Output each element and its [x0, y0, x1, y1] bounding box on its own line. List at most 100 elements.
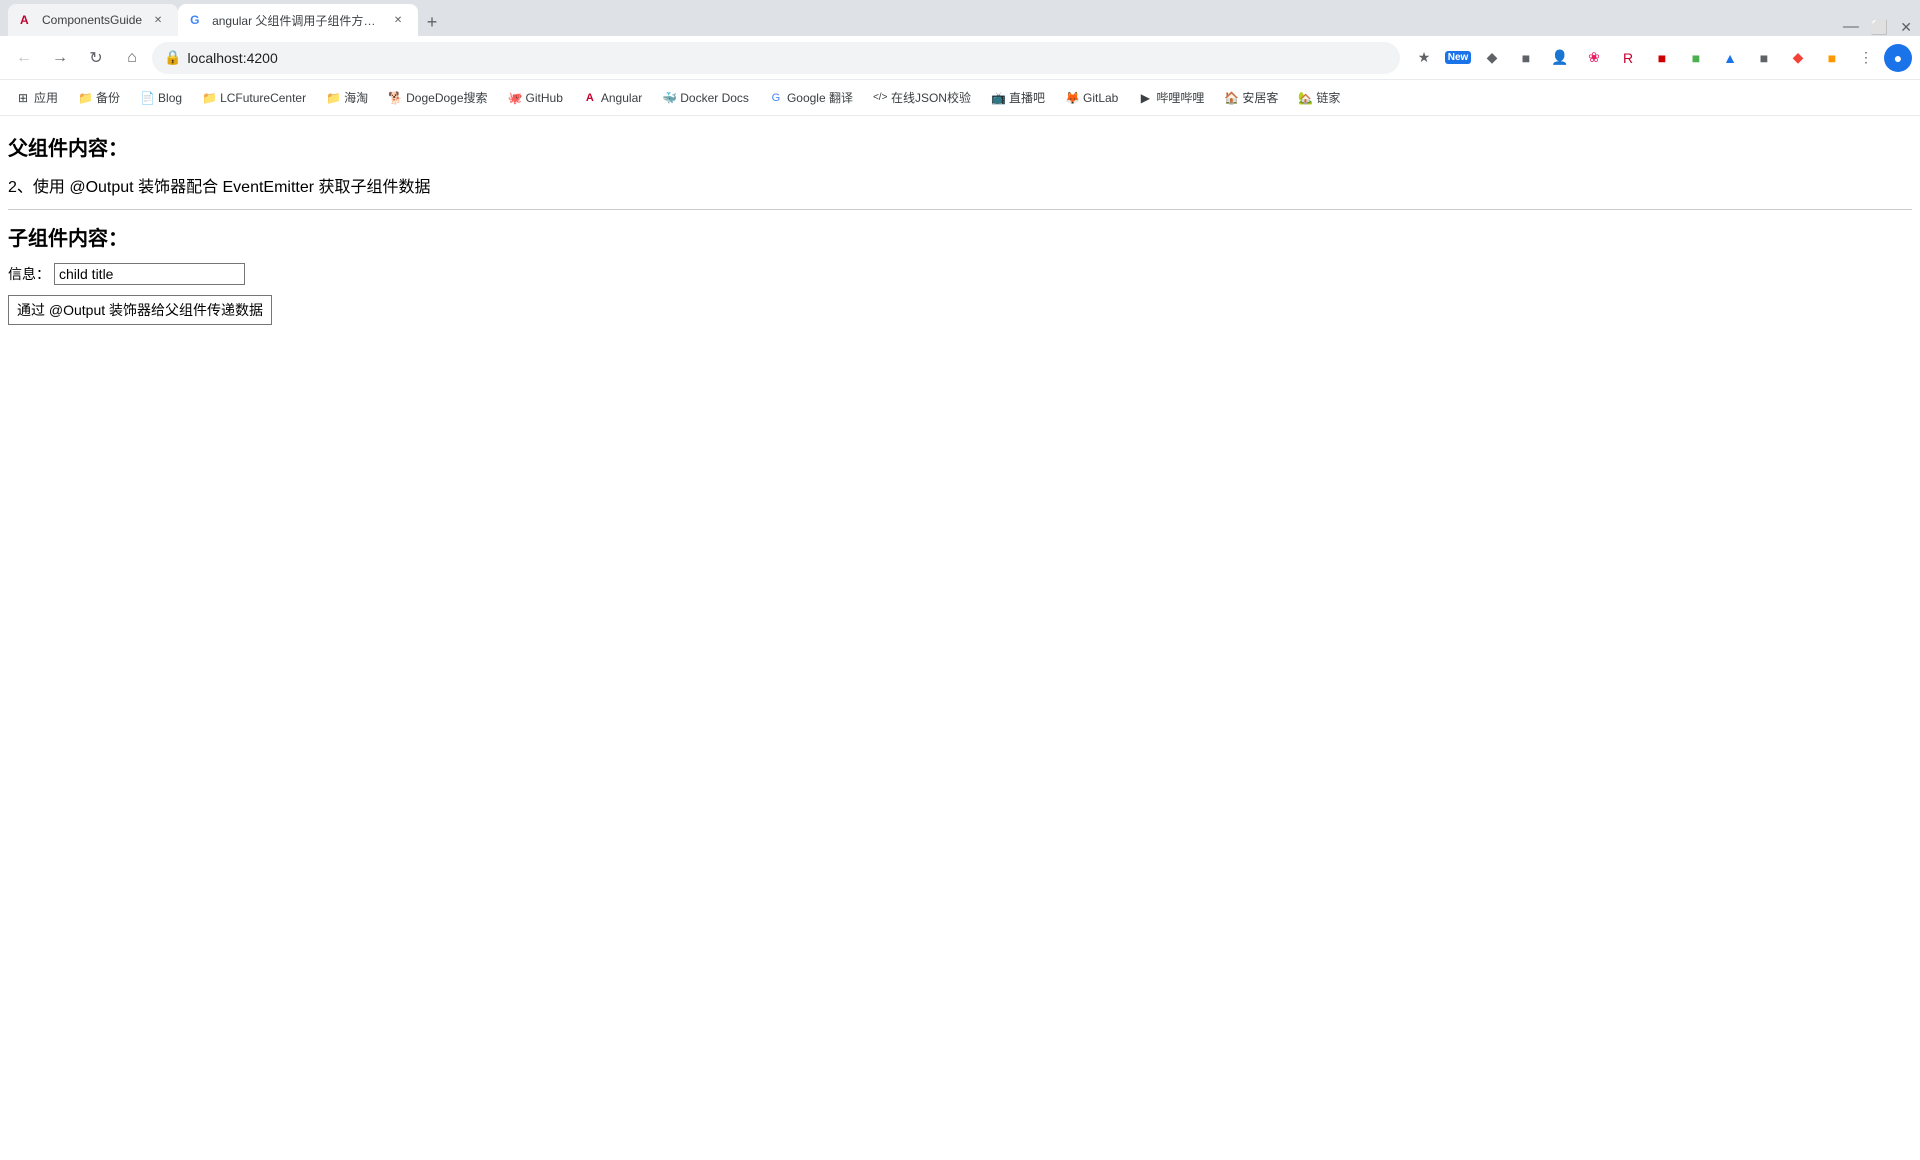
- gitlab-icon: 🦊: [1065, 91, 1079, 105]
- forward-icon: →: [52, 49, 68, 67]
- extension10-button[interactable]: ◆: [1782, 42, 1814, 74]
- tab-components-guide[interactable]: A ComponentsGuide ✕: [8, 4, 178, 36]
- bookmark-dogedoge[interactable]: 🐕 DogeDoge搜索: [380, 85, 495, 110]
- dogedoge-icon: 🐕: [388, 91, 402, 105]
- bookmarks-bar: ⊞ 应用 📁 备份 📄 Blog 📁 LCFutureCenter 📁 海淘 🐕…: [0, 80, 1920, 116]
- reload-button[interactable]: ↻: [80, 42, 112, 74]
- tab-angular[interactable]: G angular 父组件调用子组件方法： ✕: [178, 4, 418, 36]
- bookmark-backup[interactable]: 📁 备份: [70, 85, 128, 110]
- tab-bar: A ComponentsGuide ✕ G angular 父组件调用子组件方法…: [0, 0, 1920, 36]
- bookmark-lcfuture[interactable]: 📁 LCFutureCenter: [194, 87, 314, 109]
- instruction-text: 2、使用 @Output 装饰器配合 EventEmitter 获取子组件数据: [8, 173, 1912, 197]
- extension1-button[interactable]: ◆: [1476, 42, 1508, 74]
- info-input[interactable]: [54, 263, 245, 285]
- forward-button[interactable]: →: [44, 42, 76, 74]
- bookmark-gitlab[interactable]: 🦊 GitLab: [1057, 87, 1126, 109]
- hainan-icon: 📁: [326, 91, 340, 105]
- bookmark-hainan-label: 海淘: [344, 89, 368, 106]
- extension7-button[interactable]: ■: [1680, 42, 1712, 74]
- tab2-close[interactable]: ✕: [390, 12, 406, 28]
- parent-heading: 父组件内容：: [8, 132, 1912, 161]
- bookmark-lcfuture-label: LCFutureCenter: [220, 91, 306, 105]
- extension9-button[interactable]: ■: [1748, 42, 1780, 74]
- maximize-button[interactable]: ⬜: [1871, 19, 1888, 36]
- github-icon: 🐙: [508, 91, 522, 105]
- bookmark-google-translate[interactable]: G Google 翻译: [761, 85, 861, 110]
- nav-right-icons: ★ New ◆ ■ 👤 ❀ R ■ ■ ▲ ■ ◆ ■ ⋮ ●: [1408, 42, 1912, 74]
- backup-icon: 📁: [78, 91, 92, 105]
- docker-icon: 🐳: [662, 91, 676, 105]
- section-divider: [8, 209, 1912, 210]
- bookmark-apps[interactable]: ⊞ 应用: [8, 85, 66, 110]
- bookmark-angular-label: Angular: [601, 91, 642, 105]
- tab1-close[interactable]: ✕: [150, 12, 166, 28]
- parent-section: 父组件内容： 2、使用 @Output 装饰器配合 EventEmitter 获…: [8, 132, 1912, 197]
- browser-chrome: A ComponentsGuide ✕ G angular 父组件调用子组件方法…: [0, 0, 1920, 1016]
- bookmark-hainan[interactable]: 📁 海淘: [318, 85, 376, 110]
- blog-icon: 📄: [140, 91, 154, 105]
- bookmark-bibi[interactable]: ▶ 哔哩哔哩: [1130, 85, 1212, 110]
- bookmark-bibi-label: 哔哩哔哩: [1156, 89, 1204, 106]
- back-icon: ←: [16, 49, 32, 67]
- new-badge: New: [1445, 51, 1472, 64]
- bookmark-anjuke[interactable]: 🏠 安居客: [1216, 85, 1286, 110]
- apps-icon: ⊞: [16, 91, 30, 105]
- extension3-button[interactable]: 👤: [1544, 42, 1576, 74]
- extension8-button[interactable]: ▲: [1714, 42, 1746, 74]
- google-translate-icon: G: [769, 92, 783, 104]
- address-text: localhost:4200: [187, 50, 277, 66]
- bibi-icon: ▶: [1138, 91, 1152, 105]
- nav-bar: ← → ↻ ⌂ 🔒 localhost:4200 ★ New ◆ ■ 👤 ❀ R…: [0, 36, 1920, 80]
- bookmark-gitlab-label: GitLab: [1083, 91, 1118, 105]
- profile-button[interactable]: ●: [1884, 44, 1912, 72]
- info-label: 信息：: [8, 264, 50, 284]
- bookmark-anjuke-label: 安居客: [1242, 89, 1278, 106]
- bookmark-json[interactable]: </> 在线JSON校验: [865, 85, 979, 110]
- reload-icon: ↻: [89, 48, 102, 68]
- bookmark-star-button[interactable]: ★: [1408, 42, 1440, 74]
- home-icon: ⌂: [127, 49, 137, 67]
- bookmark-docker-label: Docker Docs: [680, 91, 749, 105]
- zhibo-icon: 📺: [991, 91, 1005, 105]
- bookmark-google-translate-label: Google 翻译: [787, 89, 853, 106]
- json-icon: </>: [873, 92, 887, 103]
- page-content: 父组件内容： 2、使用 @Output 装饰器配合 EventEmitter 获…: [0, 116, 1920, 1016]
- child-section: 子组件内容： 信息： 通过 @Output 装饰器给父组件传递数据: [8, 222, 1912, 325]
- lcfuture-icon: 📁: [202, 91, 216, 105]
- minimize-button[interactable]: —: [1843, 18, 1859, 36]
- home-button[interactable]: ⌂: [116, 42, 148, 74]
- bookmark-lianjia[interactable]: 🏡 链家: [1290, 85, 1348, 110]
- info-row: 信息：: [8, 263, 1912, 285]
- extension11-button[interactable]: ■: [1816, 42, 1848, 74]
- bookmark-blog[interactable]: 📄 Blog: [132, 87, 190, 109]
- bookmark-zhibo[interactable]: 📺 直播吧: [983, 85, 1053, 110]
- extension4-button[interactable]: ❀: [1578, 42, 1610, 74]
- new-feature-button[interactable]: New: [1442, 42, 1474, 74]
- tab2-favicon: G: [190, 13, 204, 27]
- bookmark-lianjia-label: 链家: [1316, 89, 1340, 106]
- close-button[interactable]: ✕: [1900, 19, 1912, 36]
- bookmark-github[interactable]: 🐙 GitHub: [500, 87, 571, 109]
- bookmark-dogedoge-label: DogeDoge搜索: [406, 89, 487, 106]
- anjuke-icon: 🏠: [1224, 91, 1238, 105]
- address-bar[interactable]: 🔒 localhost:4200: [152, 42, 1400, 74]
- lianjia-icon: 🏡: [1298, 91, 1312, 105]
- lock-icon: 🔒: [164, 49, 181, 66]
- bookmark-docker[interactable]: 🐳 Docker Docs: [654, 87, 757, 109]
- new-tab-button[interactable]: +: [418, 8, 446, 36]
- tab2-title: angular 父组件调用子组件方法：: [212, 12, 382, 29]
- extension5-button[interactable]: R: [1612, 42, 1644, 74]
- tab1-favicon: A: [20, 13, 34, 27]
- bookmark-apps-label: 应用: [34, 89, 58, 106]
- more-tools-button[interactable]: ⋮: [1850, 42, 1882, 74]
- bookmark-angular[interactable]: A Angular: [575, 87, 650, 109]
- bookmark-zhibo-label: 直播吧: [1009, 89, 1045, 106]
- window-controls: — ⬜ ✕: [1843, 18, 1912, 36]
- send-to-parent-button[interactable]: 通过 @Output 装饰器给父组件传递数据: [8, 295, 272, 325]
- extension2-button[interactable]: ■: [1510, 42, 1542, 74]
- back-button[interactable]: ←: [8, 42, 40, 74]
- child-heading: 子组件内容：: [8, 222, 1912, 251]
- tab1-title: ComponentsGuide: [42, 13, 142, 27]
- bookmark-backup-label: 备份: [96, 89, 120, 106]
- extension6-button[interactable]: ■: [1646, 42, 1678, 74]
